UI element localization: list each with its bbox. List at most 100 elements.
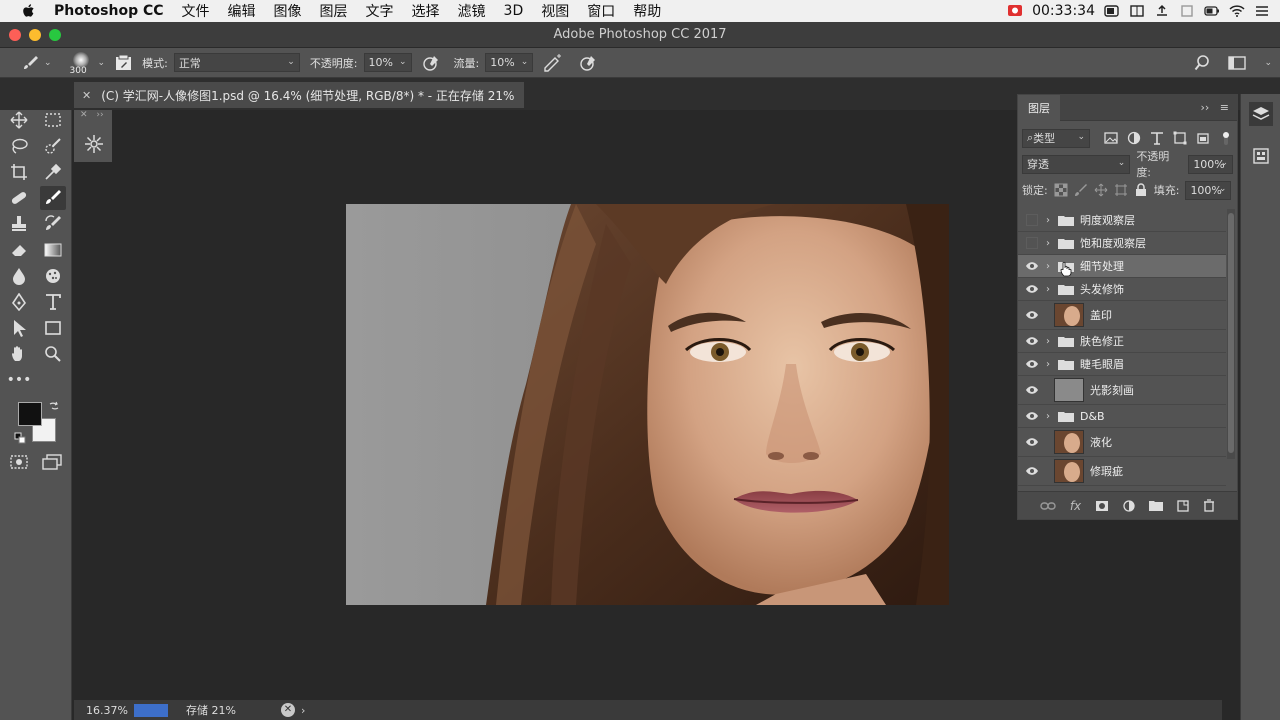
layers-scrollbar[interactable] [1227, 209, 1235, 459]
layer-row[interactable]: 液化 [1018, 428, 1226, 457]
eye-icon[interactable] [1025, 261, 1039, 271]
expand-group-icon[interactable]: › [1046, 411, 1058, 422]
expand-group-icon[interactable]: › [1046, 336, 1058, 347]
scrollbar-thumb[interactable] [1228, 213, 1234, 453]
layer-row[interactable]: › 明度观察层 [1018, 209, 1226, 232]
crop-tool[interactable] [6, 160, 32, 184]
eyedropper-tool[interactable] [40, 160, 66, 184]
rectangle-tool[interactable] [40, 316, 66, 340]
type-tool[interactable] [40, 290, 66, 314]
close-document-icon[interactable]: ✕ [82, 89, 91, 102]
workspace-icon[interactable] [1228, 55, 1247, 71]
eye-icon[interactable] [1025, 359, 1039, 369]
visibility-toggle[interactable] [1026, 214, 1038, 226]
layer-row[interactable]: 修瑕疵 [1018, 457, 1226, 486]
menu-window[interactable]: 窗口 [587, 1, 615, 21]
eye-icon[interactable] [1025, 437, 1039, 447]
blur-tool[interactable] [6, 264, 32, 288]
filter-pixel-icon[interactable] [1104, 131, 1118, 145]
move-tool[interactable] [6, 108, 32, 132]
pressure-size-icon[interactable] [579, 54, 597, 72]
tab-layers[interactable]: 图层 [1018, 94, 1060, 121]
filter-adjustment-icon[interactable] [1127, 131, 1141, 145]
lock-artboard-icon[interactable] [1114, 183, 1128, 197]
battery-menu-icon[interactable] [1104, 4, 1120, 18]
menu-edit[interactable]: 编辑 [228, 1, 256, 21]
app-menu-photoshop[interactable]: Photoshop CC [54, 3, 164, 19]
menu-3d[interactable]: 3D [504, 3, 524, 19]
screen-mode-icon[interactable] [42, 454, 62, 470]
eye-icon[interactable] [1025, 411, 1039, 421]
edit-toolbar-button[interactable]: ••• [6, 368, 32, 392]
brush-settings-panel-icon[interactable] [115, 54, 132, 71]
battery-icon[interactable] [1204, 4, 1220, 18]
eye-icon[interactable] [1025, 284, 1039, 294]
properties-dock-button[interactable] [1249, 144, 1273, 168]
brush-tool-preset-icon[interactable] [22, 54, 40, 72]
brush-settings-icon[interactable] [84, 134, 104, 154]
book-icon[interactable] [1129, 4, 1145, 18]
chevron-down-icon[interactable]: ⌄ [98, 58, 106, 68]
wifi-icon[interactable] [1229, 4, 1245, 18]
airdrop-icon[interactable] [1179, 4, 1195, 18]
path-selection-tool[interactable] [6, 316, 32, 340]
control-center-icon[interactable] [1254, 4, 1270, 18]
filter-type-icon[interactable] [1150, 131, 1164, 145]
expand-icon[interactable]: ›› [96, 110, 103, 120]
brush-tool[interactable] [40, 186, 66, 210]
lock-image-icon[interactable] [1074, 183, 1088, 197]
new-layer-icon[interactable] [1177, 499, 1189, 512]
swap-colors-icon[interactable] [48, 400, 60, 412]
eye-icon[interactable] [1025, 466, 1039, 476]
search-icon[interactable] [1194, 54, 1210, 71]
chevron-right-icon[interactable]: › [301, 704, 305, 717]
marquee-tool[interactable] [40, 108, 66, 132]
screen-record-icon[interactable] [1007, 4, 1023, 18]
layer-row-selected[interactable]: › 细节处理 [1018, 255, 1226, 278]
panel-menu-icon[interactable]: ›› ≡ [1200, 101, 1229, 114]
lock-position-icon[interactable] [1094, 183, 1108, 197]
expand-group-icon[interactable]: › [1046, 359, 1058, 370]
eye-icon[interactable] [1025, 385, 1039, 395]
layer-opacity-input[interactable]: 100% ⌄ [1188, 154, 1234, 174]
default-colors-icon[interactable] [14, 432, 26, 444]
add-mask-icon[interactable] [1095, 500, 1109, 512]
pen-tool[interactable] [6, 290, 32, 314]
link-layers-icon[interactable] [1040, 501, 1056, 511]
quick-selection-tool[interactable] [40, 134, 66, 158]
history-brush-tool[interactable] [40, 212, 66, 236]
hand-tool[interactable] [6, 342, 32, 366]
eraser-tool[interactable] [6, 238, 32, 262]
zoom-level[interactable]: 16.37% [74, 704, 134, 717]
expand-group-icon[interactable]: › [1046, 261, 1058, 272]
menu-image[interactable]: 图像 [274, 1, 302, 21]
foreground-color-swatch[interactable] [18, 402, 42, 426]
apple-icon[interactable] [20, 3, 38, 19]
layers-dock-button[interactable] [1249, 102, 1273, 126]
brush-size-picker[interactable]: 300 [68, 49, 94, 77]
gradient-tool[interactable] [40, 238, 66, 262]
healing-brush-tool[interactable] [6, 186, 32, 210]
layer-row[interactable]: › 头发修饰 [1018, 278, 1226, 301]
airbrush-icon[interactable] [543, 53, 563, 72]
close-icon[interactable]: ✕ [80, 110, 88, 120]
dodge-tool[interactable] [40, 264, 66, 288]
mode-select[interactable]: 正常 ⌄ [173, 53, 300, 72]
menu-type[interactable]: 文字 [366, 1, 394, 21]
menu-layer[interactable]: 图层 [320, 1, 348, 21]
lock-all-icon[interactable] [1134, 183, 1148, 197]
document-canvas-image[interactable] [346, 204, 949, 605]
add-layer-style-button[interactable]: fx [1070, 499, 1081, 513]
delete-layer-icon[interactable] [1203, 499, 1215, 512]
layer-row[interactable]: 盖印 [1018, 301, 1226, 330]
quick-mask-icon[interactable] [10, 454, 28, 470]
layer-row[interactable]: › D&B [1018, 405, 1226, 428]
layer-row[interactable]: 光影刻画 [1018, 376, 1226, 405]
adjustment-layer-icon[interactable] [1123, 499, 1135, 512]
filter-toggle-icon[interactable] [1219, 131, 1233, 145]
expand-group-icon[interactable]: › [1046, 215, 1058, 226]
filter-kind-select[interactable]: ⌕ 类型 ⌄ [1022, 128, 1090, 148]
lasso-tool[interactable] [6, 134, 32, 158]
filter-smart-object-icon[interactable] [1196, 131, 1210, 145]
menu-select[interactable]: 选择 [412, 1, 440, 21]
